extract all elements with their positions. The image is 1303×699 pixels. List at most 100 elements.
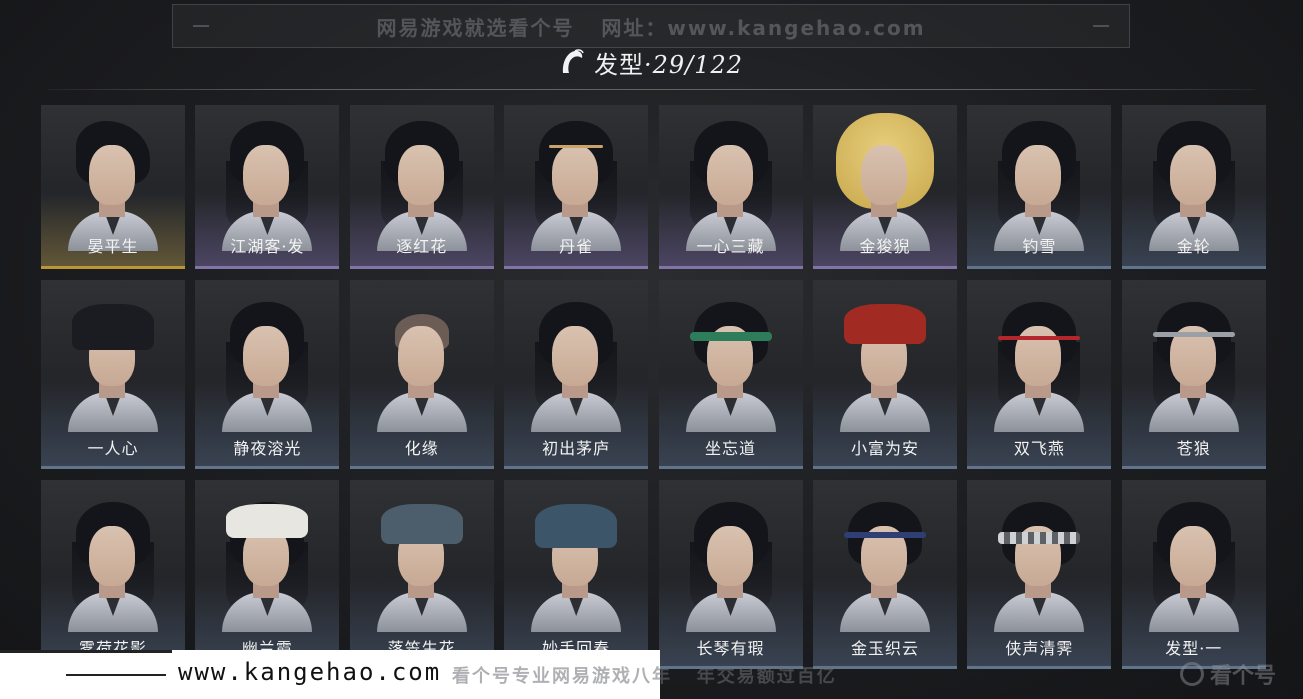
hairstyle-portrait	[58, 492, 168, 632]
face	[243, 145, 290, 205]
hairstyle-portrait	[984, 292, 1094, 432]
hairstyle-name: 双飞燕	[1013, 439, 1065, 458]
hairstyle-card[interactable]: 发型·一	[1121, 480, 1266, 669]
headband	[998, 336, 1081, 340]
hairstyle-portrait	[676, 111, 786, 251]
page-header: 发型·29/122	[0, 42, 1303, 82]
hairstyle-portrait	[212, 111, 322, 251]
face	[860, 145, 907, 205]
banner-ornament-right	[1093, 25, 1109, 27]
hairstyle-card[interactable]: 晏平生	[41, 105, 185, 269]
slogan-watermark: 看个号专业网易游戏八年 年交易额过百亿	[452, 666, 837, 687]
hairstyle-card[interactable]: 小富为安	[812, 280, 957, 469]
hairstyle-portrait	[521, 492, 631, 632]
hairstyle-portrait	[58, 292, 168, 432]
brand-watermark: 看个号	[1180, 658, 1276, 690]
brand-name: 看个号	[1210, 664, 1277, 689]
robe	[839, 392, 930, 432]
hairstyle-card[interactable]: 金狻猊	[812, 105, 957, 269]
brand-logo-icon	[1180, 662, 1204, 686]
hairstyle-name: 钓雪	[1022, 237, 1057, 256]
hairstyle-card[interactable]: 钓雪	[967, 105, 1112, 269]
hairstyle-card[interactable]: 妙手回春	[504, 480, 649, 669]
hairstyle-card[interactable]: 幽兰霞	[195, 480, 340, 669]
collection-count: ·29/122	[643, 50, 744, 79]
robe	[531, 592, 622, 632]
hairstyle-name: 初出茅庐	[542, 439, 611, 458]
watermark-text: 网易游戏就选看个号 网址：www.kangehao.com	[376, 15, 926, 40]
hairstyle-card[interactable]: 一心三藏	[658, 105, 803, 269]
site-box-rule	[66, 674, 166, 676]
headscarf	[843, 304, 926, 344]
hairstyle-portrait	[212, 292, 322, 432]
hairstyle-portrait	[984, 111, 1094, 251]
hairstyle-name: 小富为安	[850, 439, 919, 458]
hairstyle-card[interactable]: 金轮	[1121, 105, 1266, 269]
hairstyle-card[interactable]: 丹雀	[504, 105, 649, 269]
forehead-chain	[549, 145, 604, 148]
face	[1015, 326, 1062, 386]
face	[397, 145, 444, 205]
hairstyle-card[interactable]: 坐忘道	[658, 280, 803, 469]
site-url: www.kangehao.com	[178, 658, 442, 686]
hairstyle-portrait	[830, 492, 940, 632]
hairstyle-portrait	[521, 111, 631, 251]
hairstyle-name: 静夜溶光	[233, 439, 302, 458]
face	[89, 145, 135, 205]
headband	[843, 532, 926, 538]
hairstyle-portrait	[367, 292, 477, 432]
hairstyle-card[interactable]: 侠声清霁	[967, 480, 1112, 669]
hairstyle-portrait	[367, 492, 477, 632]
robe	[685, 392, 776, 432]
hairstyle-card[interactable]: 静夜溶光	[195, 280, 340, 469]
hairstyle-name: 金轮	[1176, 237, 1211, 256]
hairstyle-portrait	[521, 292, 631, 432]
hairstyle-card[interactable]: 双飞燕	[967, 280, 1112, 469]
hairstyle-card[interactable]: 化缘	[349, 280, 494, 469]
hairstyle-name: 丹雀	[559, 237, 594, 256]
headband	[689, 332, 772, 341]
hairstyle-card[interactable]: 雾荷花影	[41, 480, 185, 669]
face	[243, 326, 290, 386]
hairstyle-name: 化缘	[404, 439, 439, 458]
hairstyle-name: 金狻猊	[859, 237, 911, 256]
hairstyle-name: 江湖客·发	[230, 237, 305, 256]
face	[89, 526, 135, 586]
hairstyle-card[interactable]: 一人心	[41, 280, 185, 469]
page-title: 发型·29/122	[594, 45, 743, 80]
headband	[998, 532, 1081, 544]
hairstyle-card[interactable]: 落笠生花	[349, 480, 494, 669]
face	[552, 145, 599, 205]
face	[552, 326, 599, 386]
headband	[1152, 332, 1235, 337]
hairstyle-grid: 晏平生 江湖客·发 逐红花 丹雀 一心三藏 金狻猊 钓雪 金轮 一人心 静夜溶光…	[41, 105, 1266, 669]
hairstyle-card[interactable]: 金玉织云	[812, 480, 957, 669]
hat	[226, 504, 309, 538]
hairstyle-name: 晏平生	[87, 237, 139, 256]
hat	[380, 504, 463, 544]
hairstyle-card[interactable]: 长琴有瑕	[658, 480, 803, 669]
face	[1169, 145, 1216, 205]
site-box-edge	[0, 650, 172, 653]
hairstyle-name: 一心三藏	[696, 237, 765, 256]
robe	[376, 592, 467, 632]
hairstyle-portrait	[676, 292, 786, 432]
hairstyle-portrait	[367, 111, 477, 251]
hair-icon	[560, 49, 584, 75]
header-divider	[48, 89, 1255, 90]
hairstyle-card[interactable]: 江湖客·发	[195, 105, 340, 269]
face	[1015, 145, 1062, 205]
hairstyle-card[interactable]: 初出茅庐	[504, 280, 649, 469]
hairstyle-portrait	[58, 111, 168, 251]
robe	[839, 592, 930, 632]
hairstyle-portrait	[830, 292, 940, 432]
face	[1169, 526, 1216, 586]
face	[706, 145, 753, 205]
hairstyle-card[interactable]: 苍狼	[1121, 280, 1266, 469]
face	[706, 526, 753, 586]
hat	[535, 504, 618, 548]
hairstyle-portrait	[1139, 111, 1249, 251]
hairstyle-name: 坐忘道	[705, 439, 757, 458]
hairstyle-card[interactable]: 逐红花	[349, 105, 494, 269]
hairstyle-portrait	[212, 492, 322, 632]
